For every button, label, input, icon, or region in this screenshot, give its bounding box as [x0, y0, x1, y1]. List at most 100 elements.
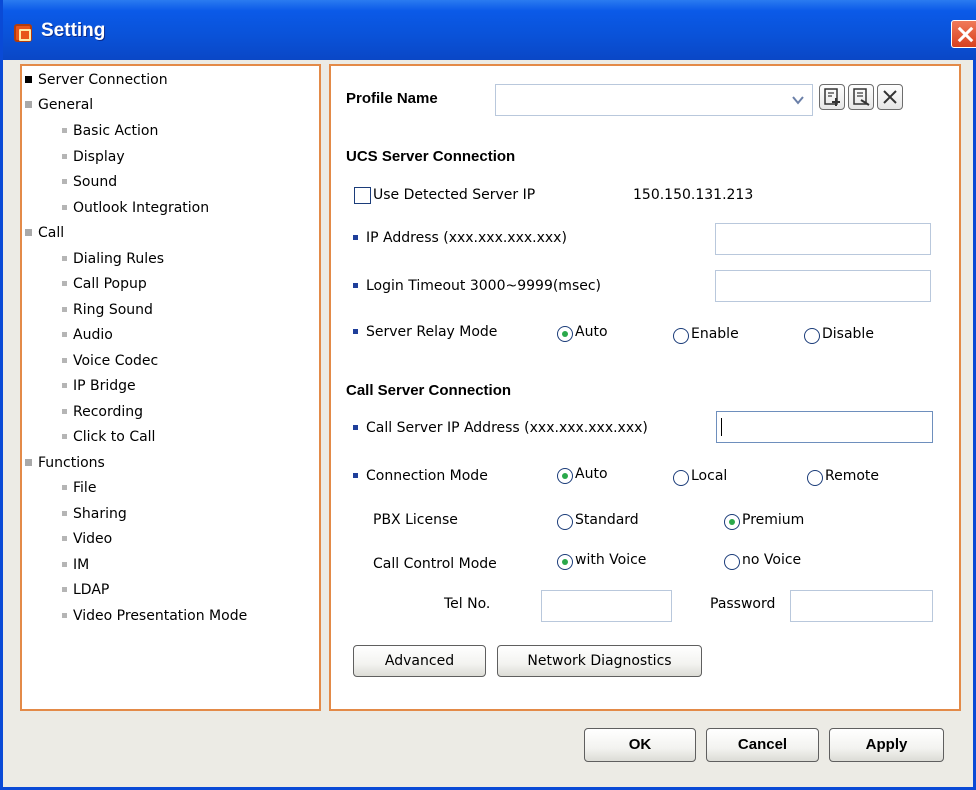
control-no-voice-radio[interactable] — [724, 554, 740, 570]
connection-auto-label: Auto — [575, 466, 608, 482]
ucs-section-heading: UCS Server Connection — [346, 148, 516, 165]
bullet-icon — [62, 562, 67, 567]
nav-item-call-popup[interactable]: Call Popup — [62, 273, 147, 295]
nav-item-click-to-call[interactable]: Click to Call — [62, 426, 155, 448]
nav-item-ip-bridge[interactable]: IP Bridge — [62, 375, 136, 397]
bullet-icon — [62, 434, 67, 439]
relay-enable-label: Enable — [691, 326, 739, 342]
tel-no-input[interactable] — [541, 590, 672, 622]
bullet-icon — [25, 101, 32, 108]
bullet-icon — [62, 128, 67, 133]
text-caret — [721, 418, 722, 436]
bullet-icon — [62, 179, 67, 184]
connection-remote-radio[interactable] — [807, 470, 823, 486]
add-profile-icon — [824, 88, 840, 106]
delete-profile-icon — [883, 90, 897, 104]
password-input[interactable] — [790, 590, 933, 622]
bullet-icon — [62, 383, 67, 388]
control-with-voice-label: with Voice — [575, 552, 647, 568]
bullet-icon — [62, 613, 67, 618]
call-section-heading: Call Server Connection — [346, 382, 512, 399]
nav-item-ldap[interactable]: LDAP — [62, 579, 109, 601]
bullet-icon — [62, 256, 67, 261]
nav-item-functions[interactable]: Functions — [25, 452, 105, 474]
bullet-icon — [62, 409, 67, 414]
nav-item-sharing[interactable]: Sharing — [62, 503, 127, 525]
field-bullet-icon — [353, 283, 358, 288]
advanced-button[interactable]: Advanced — [353, 645, 486, 677]
nav-item-im[interactable]: IM — [62, 554, 89, 576]
connection-local-label: Local — [691, 468, 728, 484]
nav-item-call[interactable]: Call — [25, 222, 64, 244]
bullet-icon — [62, 205, 67, 210]
relay-auto-label: Auto — [575, 324, 608, 340]
nav-item-outlook-integration[interactable]: Outlook Integration — [62, 197, 209, 219]
server-connection-panel: Profile Name UCS Server Connection Use D… — [329, 64, 961, 711]
bullet-icon — [62, 511, 67, 516]
ucs-ip-label: IP Address (xxx.xxx.xxx.xxx) — [353, 230, 567, 246]
pbx-license-label: PBX License — [373, 512, 458, 528]
edit-profile-button[interactable] — [848, 84, 874, 110]
bullet-icon — [62, 332, 67, 337]
server-relay-mode-label: Server Relay Mode — [353, 324, 497, 340]
connection-remote-label: Remote — [825, 468, 880, 484]
pbx-premium-radio[interactable] — [724, 514, 740, 530]
nav-item-general[interactable]: General — [25, 94, 93, 116]
login-timeout-input[interactable] — [715, 270, 931, 302]
edit-profile-icon — [853, 88, 870, 106]
settings-window: Setting Server Connection General Basic … — [0, 0, 976, 790]
pbx-premium-label: Premium — [742, 512, 805, 528]
add-profile-button[interactable] — [819, 84, 845, 110]
title-bar[interactable]: Setting — [3, 0, 976, 60]
profile-name-label: Profile Name — [346, 90, 438, 107]
app-logo-icon — [14, 24, 32, 42]
relay-disable-label: Disable — [822, 326, 874, 342]
nav-item-ring-sound[interactable]: Ring Sound — [62, 299, 153, 321]
field-bullet-icon — [353, 329, 358, 334]
detected-server-ip: 150.150.131.213 — [633, 187, 754, 203]
connection-mode-label: Connection Mode — [353, 468, 488, 484]
settings-nav-tree: Server Connection General Basic Action D… — [20, 64, 321, 711]
nav-item-file[interactable]: File — [62, 477, 96, 499]
bullet-icon — [62, 485, 67, 490]
nav-item-dialing-rules[interactable]: Dialing Rules — [62, 248, 164, 270]
use-detected-ip-checkbox[interactable] — [354, 187, 371, 204]
network-diagnostics-button[interactable]: Network Diagnostics — [497, 645, 702, 677]
field-bullet-icon — [353, 235, 358, 240]
delete-profile-button[interactable] — [877, 84, 903, 110]
apply-button[interactable]: Apply — [829, 728, 944, 762]
nav-item-audio[interactable]: Audio — [62, 324, 113, 346]
nav-item-voice-codec[interactable]: Voice Codec — [62, 350, 158, 372]
profile-name-select[interactable] — [495, 84, 813, 116]
call-server-ip-input[interactable] — [716, 411, 933, 443]
relay-disable-radio[interactable] — [804, 328, 820, 344]
nav-item-video-presentation-mode[interactable]: Video Presentation Mode — [62, 605, 247, 627]
pbx-standard-radio[interactable] — [557, 514, 573, 530]
call-server-ip-label: Call Server IP Address (xxx.xxx.xxx.xxx) — [353, 420, 648, 436]
nav-item-basic-action[interactable]: Basic Action — [62, 120, 158, 142]
relay-enable-radio[interactable] — [673, 328, 689, 344]
cancel-button[interactable]: Cancel — [706, 728, 819, 762]
nav-item-sound[interactable]: Sound — [62, 171, 117, 193]
control-with-voice-radio[interactable] — [557, 554, 573, 570]
bullet-icon — [62, 154, 67, 159]
ucs-ip-input[interactable] — [715, 223, 931, 255]
login-timeout-label: Login Timeout 3000~9999(msec) — [353, 278, 601, 294]
close-button[interactable] — [951, 20, 976, 48]
connection-local-radio[interactable] — [673, 470, 689, 486]
bullet-icon — [62, 307, 67, 312]
relay-auto-radio[interactable] — [557, 326, 573, 342]
selected-bullet-icon — [25, 76, 32, 83]
nav-item-display[interactable]: Display — [62, 146, 125, 168]
nav-item-recording[interactable]: Recording — [62, 401, 143, 423]
password-label: Password — [710, 596, 776, 612]
ok-button[interactable]: OK — [584, 728, 696, 762]
connection-auto-radio[interactable] — [557, 468, 573, 484]
nav-item-server-connection[interactable]: Server Connection — [25, 69, 168, 91]
bullet-icon — [62, 536, 67, 541]
nav-item-video[interactable]: Video — [62, 528, 112, 550]
bullet-icon — [62, 281, 67, 286]
bullet-icon — [25, 229, 32, 236]
field-bullet-icon — [353, 425, 358, 430]
tel-no-label: Tel No. — [444, 596, 491, 612]
